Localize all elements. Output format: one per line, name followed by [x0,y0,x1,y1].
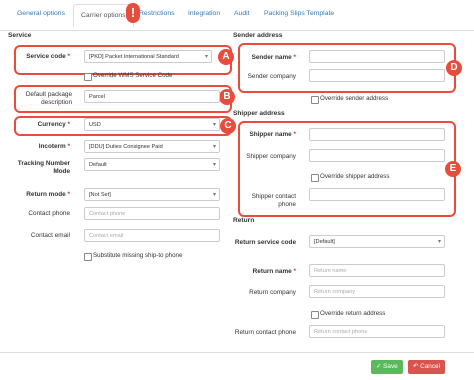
override-wms-label: Override WMS Service Code [93,72,173,79]
shipper-name-label: Shipper name * [249,131,296,138]
marker-c-icon: C [220,118,236,134]
return-mode-select[interactable]: [Not Set] [84,188,220,201]
currency-label: Currency * [37,121,70,128]
default-package-description-input[interactable]: Parcel [84,90,220,103]
shipper-company-label: Shipper company [246,153,296,160]
contact-phone-label: Contact phone [28,210,70,217]
service-code-label: Service code * [26,53,70,60]
shipper-contact-phone-label: Shipper contact phone [251,193,296,208]
substitute-phone-checkbox[interactable] [84,253,92,261]
save-icon: ✓ [376,363,382,370]
sender-company-label: Sender company [247,73,296,80]
marker-b-icon: B [219,89,235,105]
tab-carrier-options[interactable]: Carrier options [73,4,134,27]
tracking-number-mode-select[interactable]: Default [84,158,220,171]
tab-audit[interactable]: Audit [234,10,250,17]
return-section-title: Return [233,217,255,224]
tab-bar: General options Carrier options Restrict… [0,0,474,31]
return-company-label: Return company [249,289,296,296]
override-wms-checkbox[interactable] [84,73,92,81]
contact-email-label: Contact email [30,232,70,239]
shipper-company-input[interactable] [309,149,445,162]
shipper-address-section-title: Shipper address [233,110,285,117]
return-service-code-label: Return service code [234,239,296,246]
override-shipper-label: Override shipper address [320,173,390,180]
sender-name-input[interactable] [309,50,445,63]
service-code-select[interactable]: [PKD] Packet International Standard [84,50,212,63]
cancel-icon: ↶ [413,363,419,370]
return-name-input[interactable]: Return name [309,264,445,277]
override-return-label: Override return address [320,310,386,317]
override-shipper-checkbox[interactable] [311,174,319,182]
marker-d-icon: D [446,60,462,76]
marker-e-icon: E [445,161,461,177]
return-contact-phone-label: Return contact phone [234,329,296,336]
tab-restrictions[interactable]: Restrictions [139,10,175,17]
service-section-title: Service [8,32,32,39]
override-sender-checkbox[interactable] [311,96,319,104]
return-name-label: Return name * [252,268,296,275]
tracking-number-mode-label: Tracking Number Mode [17,160,70,175]
return-contact-phone-input[interactable]: Return contact phone [309,325,445,338]
return-company-input[interactable]: Return company [309,285,445,298]
contact-phone-input[interactable]: Contact phone [84,207,220,220]
incoterm-select[interactable]: [DDU] Duties Consignee Paid [84,140,220,153]
return-service-code-select[interactable]: [Default] [309,235,445,248]
marker-a-icon: A [218,49,234,65]
shipper-contact-phone-input[interactable] [309,188,445,201]
tab-general-options[interactable]: General options [17,10,65,17]
shipper-name-input[interactable] [309,128,445,141]
cancel-button[interactable]: ↶ Cancel [408,360,446,374]
sender-name-label: Sender name * [251,54,296,61]
contact-email-input[interactable]: Contact email [84,229,220,242]
sender-address-section-title: Sender address [233,32,283,39]
substitute-phone-label: Substitute missing ship-to phone [93,252,183,259]
return-mode-label: Return mode * [26,191,70,198]
exclamation-marker-icon: ! [126,3,140,23]
footer-divider [0,352,474,353]
currency-select[interactable]: USD [84,118,220,131]
save-button[interactable]: ✓ Save [371,360,403,374]
sender-company-input[interactable] [309,69,445,82]
tab-integration[interactable]: Integration [188,10,220,17]
incoterm-label: Incoterm * [38,143,70,150]
override-sender-label: Override sender address [320,95,389,102]
override-return-checkbox[interactable] [311,311,319,319]
default-package-description-label: Default package description [25,91,72,106]
tab-packing-slips-template[interactable]: Packing Slips Template [264,10,334,17]
